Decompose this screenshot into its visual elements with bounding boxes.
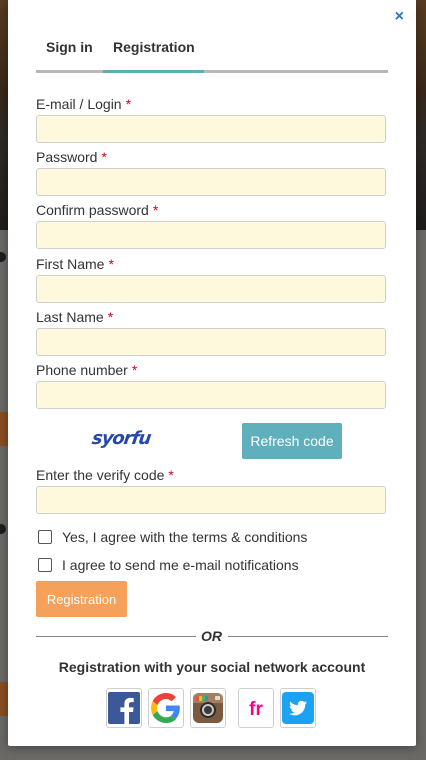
active-tab-indicator xyxy=(103,70,204,73)
instagram-icon xyxy=(193,693,223,723)
required-marker: * xyxy=(152,202,159,218)
notifications-checkbox[interactable] xyxy=(38,558,52,572)
google-button[interactable] xyxy=(148,688,184,728)
required-marker: * xyxy=(101,149,107,165)
phone-label: Phone number * xyxy=(36,362,137,378)
flickr-icon: fr xyxy=(241,693,271,723)
confirm-password-label: Confirm password * xyxy=(36,202,158,218)
last-name-label: Last Name * xyxy=(36,309,113,325)
first-name-label-text: First Name xyxy=(36,256,105,272)
registration-modal: × Sign in Registration E-mail / Login * P… xyxy=(8,0,416,746)
last-name-input[interactable] xyxy=(36,328,386,356)
phone-label-text: Phone number xyxy=(36,362,128,378)
notifications-label: I agree to send me e-mail notifications xyxy=(62,557,299,573)
verify-code-label-text: Enter the verify code xyxy=(36,467,165,483)
password-input[interactable] xyxy=(36,168,386,196)
first-name-input[interactable] xyxy=(36,275,386,303)
twitter-icon xyxy=(282,692,314,724)
verify-code-label: Enter the verify code * xyxy=(36,467,174,483)
required-marker: * xyxy=(131,362,138,378)
tab-registration[interactable]: Registration xyxy=(113,39,195,55)
tab-sign-in[interactable]: Sign in xyxy=(46,39,93,55)
facebook-icon xyxy=(108,692,140,724)
last-name-label-text: Last Name xyxy=(36,309,104,325)
captcha-image: syorfu xyxy=(90,428,152,449)
email-label: E-mail / Login * xyxy=(36,96,131,112)
divider-right xyxy=(228,636,388,637)
terms-label: Yes, I agree with the terms & conditions xyxy=(62,529,308,545)
close-icon[interactable]: × xyxy=(395,8,404,26)
required-marker: * xyxy=(168,467,174,483)
refresh-code-button[interactable]: Refresh code xyxy=(242,423,342,459)
required-marker: * xyxy=(107,309,114,325)
password-label: Password * xyxy=(36,149,107,165)
tab-bar: Sign in Registration xyxy=(36,30,388,73)
or-separator: OR xyxy=(201,628,222,644)
confirm-password-label-text: Confirm password xyxy=(36,202,149,218)
email-label-text: E-mail / Login xyxy=(36,96,122,112)
registration-submit-button[interactable]: Registration xyxy=(36,581,127,617)
verify-code-input[interactable] xyxy=(36,486,386,514)
instagram-button[interactable] xyxy=(190,688,226,728)
flickr-button[interactable]: fr xyxy=(238,688,274,728)
terms-checkbox[interactable] xyxy=(38,530,52,544)
divider-left xyxy=(36,636,196,637)
twitter-button[interactable] xyxy=(280,688,316,728)
notifications-row: I agree to send me e-mail notifications xyxy=(38,555,299,575)
svg-text:fr: fr xyxy=(249,699,263,720)
social-title: Registration with your social network ac… xyxy=(58,659,366,675)
first-name-label: First Name * xyxy=(36,256,114,272)
facebook-button[interactable] xyxy=(106,688,142,728)
confirm-password-input[interactable] xyxy=(36,221,386,249)
email-input[interactable] xyxy=(36,115,386,143)
terms-row: Yes, I agree with the terms & conditions xyxy=(38,527,307,547)
required-marker: * xyxy=(108,256,114,272)
required-marker: * xyxy=(125,96,132,112)
google-icon xyxy=(151,693,180,723)
phone-input[interactable] xyxy=(36,381,386,409)
password-label-text: Password xyxy=(36,149,98,165)
